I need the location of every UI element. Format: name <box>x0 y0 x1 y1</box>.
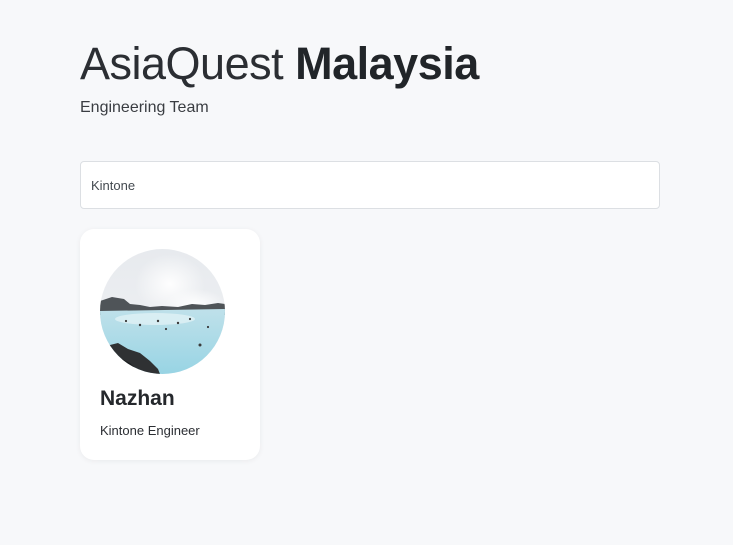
search-input[interactable] <box>80 161 660 209</box>
page-title: AsiaQuest Malaysia <box>80 36 660 92</box>
brand-light-text: AsiaQuest <box>80 38 284 89</box>
member-name: Nazhan <box>100 387 175 410</box>
member-photo <box>100 249 225 374</box>
member-role: Kintone Engineer <box>100 423 200 438</box>
page-subtitle: Engineering Team <box>80 99 209 116</box>
member-card[interactable]: Nazhan Kintone Engineer <box>80 229 260 460</box>
avatar <box>100 249 225 374</box>
brand-bold-text: Malaysia <box>295 38 479 89</box>
page-container: AsiaQuest Malaysia Engineering Team Kint… <box>80 36 660 460</box>
